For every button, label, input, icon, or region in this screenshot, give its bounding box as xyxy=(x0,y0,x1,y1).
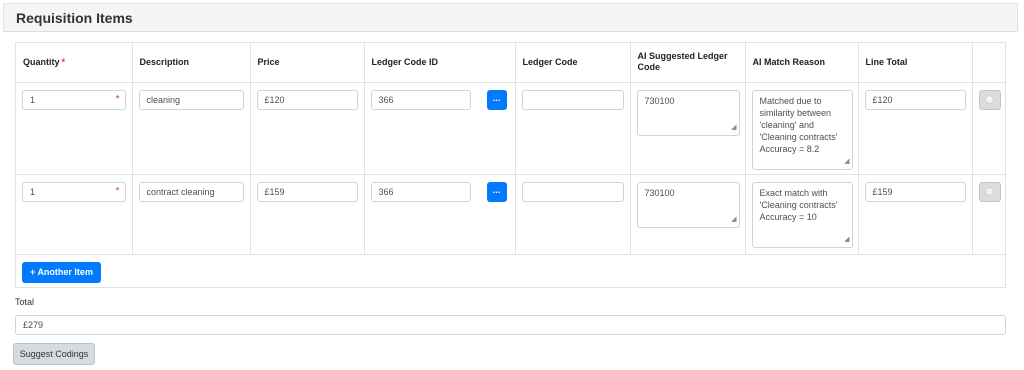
ai-suggested-ledger-code-textarea[interactable]: 730100 ◢ xyxy=(636,181,740,228)
remove-icon xyxy=(986,188,993,195)
ledger-code-id-input[interactable]: 366 xyxy=(370,89,471,110)
ledger-lookup-button[interactable]: ... xyxy=(486,181,507,202)
plus-icon: + xyxy=(30,266,36,277)
resize-grip-icon[interactable]: ◢ xyxy=(731,214,736,226)
required-indicator: * xyxy=(115,93,120,105)
header-quantity: Quantity * xyxy=(16,43,133,83)
price-input[interactable]: £120 xyxy=(256,89,358,110)
ledger-code-input[interactable] xyxy=(521,89,624,110)
ai-suggested-ledger-code-textarea[interactable]: 730100 ◢ xyxy=(636,89,740,136)
ledger-code-id-input[interactable]: 366 xyxy=(370,181,471,202)
header-line-total: Line Total xyxy=(858,43,973,83)
description-input[interactable]: cleaning xyxy=(138,89,244,110)
header-ledger-code-id: Ledger Code ID xyxy=(364,43,516,83)
resize-grip-icon[interactable]: ◢ xyxy=(731,122,736,134)
header-ledger-code: Ledger Code xyxy=(515,43,631,83)
resize-grip-icon[interactable]: ◢ xyxy=(844,156,849,168)
table-row: 1 * cleaning £120 366... 730100 ◢ Matched … xyxy=(16,82,1007,175)
ledger-lookup-button[interactable]: ... xyxy=(486,89,507,110)
total-input[interactable]: £279 xyxy=(15,315,1006,335)
ledger-code-input[interactable] xyxy=(521,181,624,202)
remove-row-button[interactable] xyxy=(978,181,1001,202)
page-title: Requisition Items xyxy=(16,10,133,26)
add-item-button[interactable]: + Another Item xyxy=(22,261,101,283)
suggest-codings-button[interactable]: Suggest Codings xyxy=(13,343,95,365)
total-label: Total xyxy=(15,297,35,307)
requisition-items-table: Quantity * Description Price Ledger Code … xyxy=(15,42,1007,288)
header-ai-suggested-ledger-code: AI Suggested Ledger Code xyxy=(630,43,746,83)
header-ai-match-reason: AI Match Reason xyxy=(745,43,859,83)
remove-row-button[interactable] xyxy=(978,89,1001,110)
required-indicator: * xyxy=(115,185,120,197)
line-total-input[interactable]: £159 xyxy=(864,181,966,202)
price-input[interactable]: £159 xyxy=(256,181,358,202)
description-input[interactable]: contract cleaning xyxy=(138,181,244,202)
header-actions xyxy=(972,43,1007,83)
line-total-input[interactable]: £120 xyxy=(864,89,966,110)
resize-grip-icon[interactable]: ◢ xyxy=(844,234,849,246)
required-indicator: * xyxy=(61,56,66,67)
ai-match-reason-textarea[interactable]: Matched due to similarity between 'clean… xyxy=(751,89,853,170)
remove-icon xyxy=(986,96,993,103)
ai-match-reason-textarea[interactable]: Exact match with 'Cleaning contracts' Ac… xyxy=(751,181,853,248)
quantity-input[interactable]: 1 * xyxy=(22,89,126,110)
card-header: Requisition Items xyxy=(3,3,1018,32)
quantity-input[interactable]: 1 * xyxy=(22,181,126,202)
add-item-label: Another Item xyxy=(37,266,93,277)
header-price: Price xyxy=(250,43,365,83)
header-description: Description xyxy=(132,43,251,83)
table-row: 1 * contract cleaning £159 366... 730100 ◢… xyxy=(16,174,1007,255)
